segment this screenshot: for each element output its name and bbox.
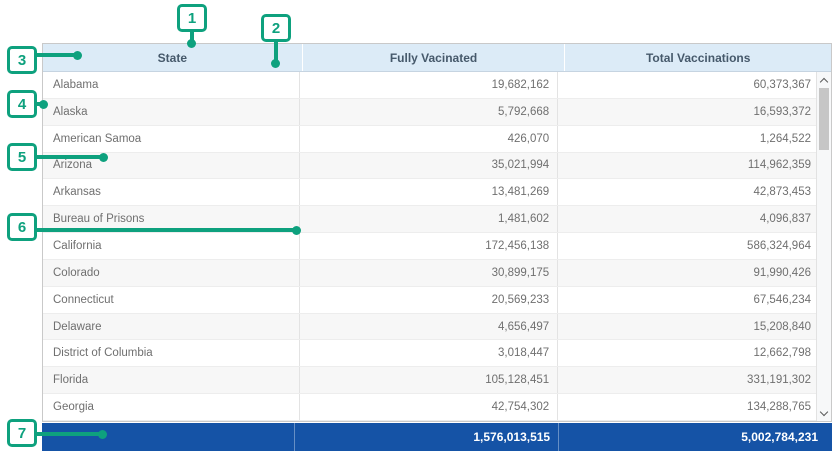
state-cell: Georgia (43, 394, 299, 420)
fully-vaccinated-cell: 105,128,451 (299, 367, 557, 393)
table-row[interactable]: California 172,456,138 586,324,964 (43, 233, 831, 260)
callout-5-label: 5 (18, 149, 26, 166)
state-cell: California (43, 233, 299, 259)
fully-vaccinated-cell: 42,754,302 (299, 394, 557, 420)
table-row[interactable]: Colorado 30,899,175 91,990,426 (43, 260, 831, 287)
fully-vaccinated-cell: 20,569,233 (299, 287, 557, 313)
table-row[interactable]: Arizona 35,021,994 114,962,359 (43, 153, 831, 180)
callout-2-line (274, 41, 278, 61)
callout-6-label: 6 (18, 219, 26, 236)
callout-4-dot (39, 100, 48, 109)
callout-7-label: 7 (18, 425, 26, 442)
table-widget: State Fully Vacinated Total Vaccinations… (42, 43, 832, 451)
total-fully-vaccinated-cell: 1,576,013,515 (294, 423, 558, 451)
scroll-up-button[interactable] (817, 73, 831, 87)
callout-1: 1 (177, 4, 207, 32)
total-vaccinations-cell: 60,373,367 (557, 72, 831, 98)
fully-vaccinated-cell: 19,682,162 (299, 72, 557, 98)
fully-vaccinated-cell: 4,656,497 (299, 314, 557, 340)
table-row[interactable]: District of Columbia 3,018,447 12,662,79… (43, 340, 831, 367)
total-row: 1,576,013,515 5,002,784,231 (42, 423, 832, 451)
fully-vaccinated-cell: 13,481,269 (299, 179, 557, 205)
header-cell-state[interactable]: State (43, 44, 302, 71)
total-vaccinations-cell: 42,873,453 (557, 179, 831, 205)
callout-3: 3 (7, 46, 37, 74)
callout-6: 6 (7, 213, 37, 241)
state-cell: Florida (43, 367, 299, 393)
fully-vaccinated-cell: 5,792,668 (299, 99, 557, 125)
state-cell: Colorado (43, 260, 299, 286)
total-vaccinations-cell: 586,324,964 (557, 233, 831, 259)
total-state-cell (42, 423, 294, 451)
state-cell: American Samoa (43, 126, 299, 152)
vertical-scrollbar[interactable] (816, 72, 831, 421)
table-row[interactable]: American Samoa 426,070 1,264,522 (43, 126, 831, 153)
fully-vaccinated-cell: 172,456,138 (299, 233, 557, 259)
table-row[interactable]: Florida 105,128,451 331,191,302 (43, 367, 831, 394)
total-vaccinations-cell: 114,962,359 (557, 153, 831, 179)
state-cell: Alaska (43, 99, 299, 125)
total-vaccinations-cell: 15,208,840 (557, 314, 831, 340)
callout-5-dot (99, 153, 108, 162)
callout-7-line (34, 432, 102, 436)
callout-5: 5 (7, 143, 37, 171)
callout-2-label: 2 (272, 20, 280, 37)
callout-6-line (34, 228, 296, 232)
total-vaccinations-cell: 1,264,522 (557, 126, 831, 152)
scrollbar-thumb[interactable] (819, 88, 829, 150)
chevron-up-icon (820, 77, 828, 85)
table-header: State Fully Vacinated Total Vaccinations (43, 44, 831, 72)
callout-3-dot (73, 51, 82, 60)
total-vaccinations-cell: 16,593,372 (557, 99, 831, 125)
fully-vaccinated-cell: 1,481,602 (299, 206, 557, 232)
callout-3-line (34, 53, 77, 57)
table-row[interactable]: Arkansas 13,481,269 42,873,453 (43, 179, 831, 206)
callout-4: 4 (7, 90, 37, 118)
total-vaccinations-cell: 67,546,234 (557, 287, 831, 313)
total-vaccinations-cell: 12,662,798 (557, 340, 831, 366)
state-cell: Alabama (43, 72, 299, 98)
callout-2: 2 (261, 14, 291, 42)
fully-vaccinated-cell: 30,899,175 (299, 260, 557, 286)
state-cell: Delaware (43, 314, 299, 340)
callout-5-line (34, 155, 103, 159)
table-row[interactable]: Alabama 19,682,162 60,373,367 (43, 72, 831, 99)
table-row[interactable]: Georgia 42,754,302 134,288,765 (43, 394, 831, 421)
chevron-down-icon (820, 407, 828, 415)
callout-1-dot (187, 39, 196, 48)
callout-3-label: 3 (18, 52, 26, 69)
fully-vaccinated-cell: 426,070 (299, 126, 557, 152)
callout-1-label: 1 (188, 10, 196, 27)
callout-2-dot (271, 59, 280, 68)
screenshot: State Fully Vacinated Total Vaccinations… (0, 0, 833, 453)
fully-vaccinated-cell: 35,021,994 (299, 153, 557, 179)
table-row[interactable]: Alaska 5,792,668 16,593,372 (43, 99, 831, 126)
callout-7: 7 (7, 419, 37, 447)
state-cell: Connecticut (43, 287, 299, 313)
total-vaccinations-cell: 331,191,302 (557, 367, 831, 393)
total-vaccinations-sum-cell: 5,002,784,231 (558, 423, 832, 451)
state-cell: District of Columbia (43, 340, 299, 366)
table-body: Alabama 19,682,162 60,373,367 Alaska 5,7… (43, 72, 831, 421)
total-vaccinations-cell: 91,990,426 (557, 260, 831, 286)
table-row[interactable]: Delaware 4,656,497 15,208,840 (43, 314, 831, 341)
total-vaccinations-cell: 134,288,765 (557, 394, 831, 420)
callout-6-dot (292, 226, 301, 235)
total-vaccinations-cell: 4,096,837 (557, 206, 831, 232)
fully-vaccinated-cell: 3,018,447 (299, 340, 557, 366)
callout-4-label: 4 (18, 96, 26, 113)
header-cell-total-vaccinations[interactable]: Total Vaccinations (564, 44, 831, 71)
table-scroll-region: State Fully Vacinated Total Vaccinations… (42, 43, 832, 422)
header-cell-fully-vaccinated[interactable]: Fully Vacinated (302, 44, 565, 71)
callout-7-dot (98, 430, 107, 439)
state-cell: Arkansas (43, 179, 299, 205)
table-row[interactable]: Connecticut 20,569,233 67,546,234 (43, 287, 831, 314)
scroll-down-button[interactable] (817, 406, 831, 420)
